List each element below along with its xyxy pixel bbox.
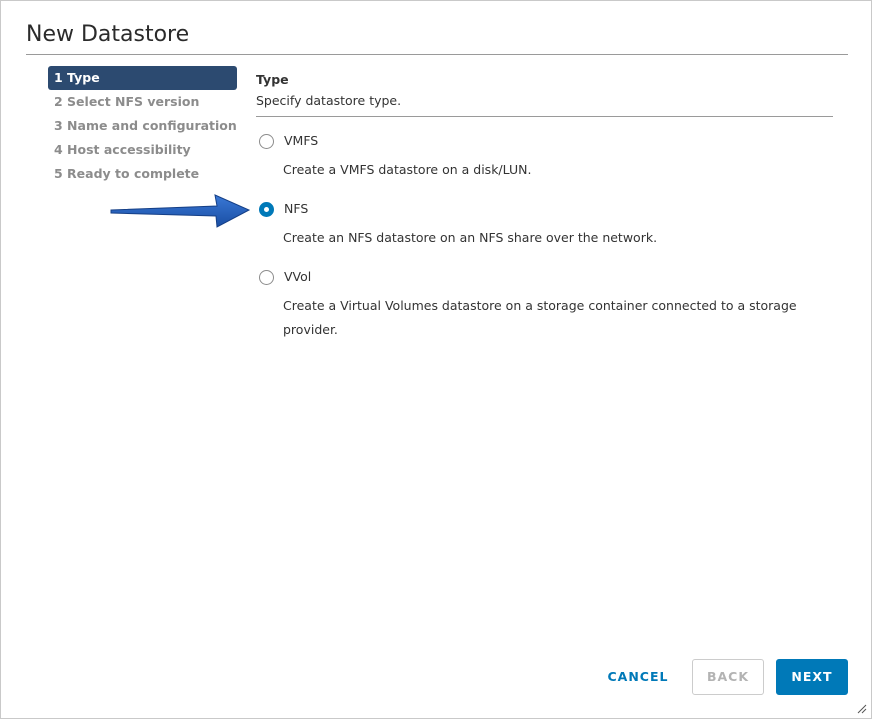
nfs-description: Create an NFS datastore on an NFS share …: [283, 230, 658, 245]
vvol-description: Create a Virtual Volumes datastore on a …: [283, 298, 797, 337]
new-datastore-dialog: New Datastore 1 Type 2 Select NFS versio…: [0, 0, 872, 719]
title-divider: [26, 54, 848, 55]
section-title: Type: [256, 72, 289, 87]
wizard-steps: 1 Type 2 Select NFS version 3 Name and c…: [48, 66, 237, 186]
cancel-button[interactable]: CANCEL: [598, 659, 678, 695]
arrow-right-icon: [110, 194, 251, 228]
vmfs-label[interactable]: VMFS: [284, 133, 318, 148]
vmfs-description: Create a VMFS datastore on a disk/LUN.: [283, 162, 532, 177]
step-type[interactable]: 1 Type: [48, 66, 237, 90]
section-description: Specify datastore type.: [256, 93, 402, 108]
next-button[interactable]: NEXT: [776, 659, 848, 695]
step-select-nfs-version: 2 Select NFS version: [54, 94, 200, 109]
vmfs-radio[interactable]: [259, 134, 274, 149]
nfs-label[interactable]: NFS: [284, 201, 308, 216]
section-divider: [256, 116, 833, 117]
dialog-title: New Datastore: [26, 22, 190, 47]
vvol-radio[interactable]: [259, 270, 274, 285]
back-button[interactable]: BACK: [692, 659, 764, 695]
step-name-and-configuration: 3 Name and configuration: [54, 118, 237, 133]
nfs-radio[interactable]: [259, 202, 274, 217]
step-ready-to-complete: 5 Ready to complete: [54, 166, 200, 181]
resize-grip-icon[interactable]: [857, 704, 867, 714]
step-host-accessibility: 4 Host accessibility: [54, 142, 191, 157]
vvol-label[interactable]: VVol: [284, 269, 311, 284]
